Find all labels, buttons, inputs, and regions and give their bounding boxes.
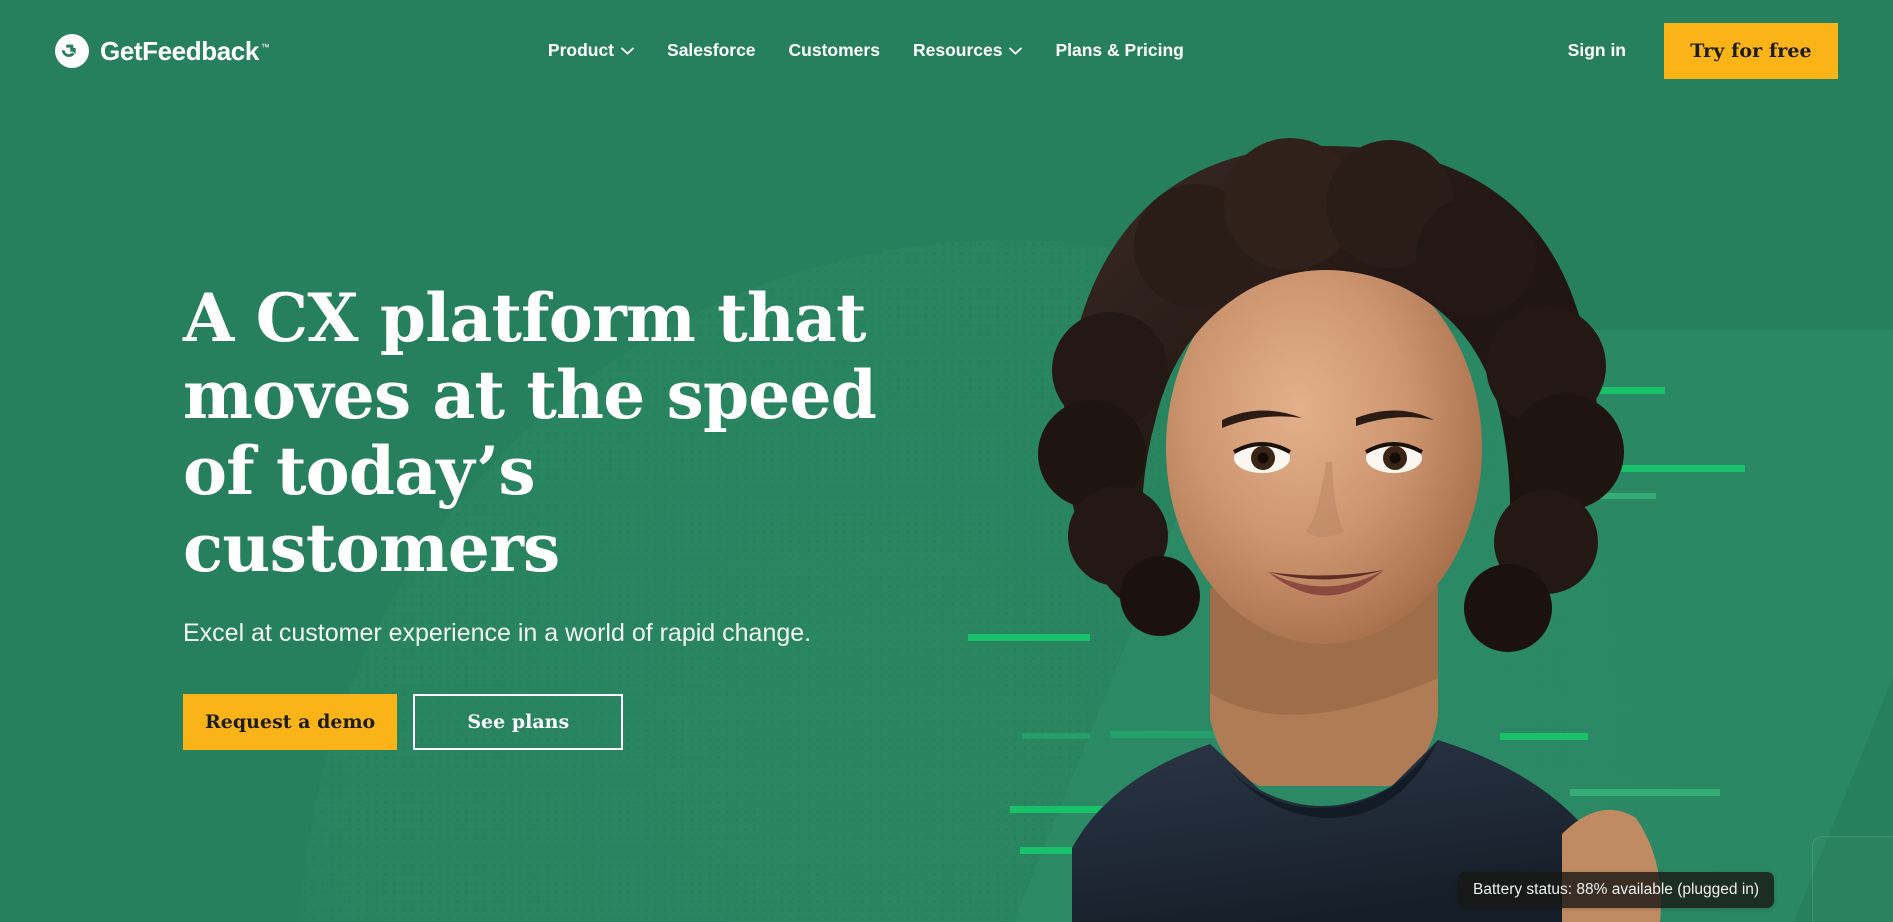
hero-section: A CX platform that moves at the speed of… xyxy=(183,280,903,750)
hero-cta-group: Request a demo See plans xyxy=(183,693,903,750)
nav-item-label: Plans & Pricing xyxy=(1055,40,1184,61)
landing-page: GetFeedback ™ Product Salesforce Customer… xyxy=(0,0,1893,922)
chevron-down-icon xyxy=(621,47,634,55)
primary-navigation: Product Salesforce Customers Resources P… xyxy=(546,36,1186,66)
nav-item-label: Product xyxy=(547,40,615,61)
chevron-down-icon xyxy=(1009,47,1023,55)
speed-line-accent xyxy=(1568,493,1656,499)
nav-item-resources[interactable]: Resources xyxy=(911,36,1025,66)
site-header: GetFeedback ™ Product Salesforce Customer… xyxy=(0,0,1893,102)
speed-line-accent xyxy=(1022,733,1090,739)
logo-link[interactable]: GetFeedback ™ xyxy=(55,34,270,68)
speed-line-accent xyxy=(1500,733,1588,740)
nav-item-salesforce[interactable]: Salesforce xyxy=(665,36,758,66)
hero-subheadline: Excel at customer experience in a world … xyxy=(183,619,812,648)
speed-line-accent xyxy=(1565,465,1745,472)
header-actions: Sign in Try for free xyxy=(1568,0,1893,102)
nav-item-product[interactable]: Product xyxy=(546,36,636,66)
battery-status-tooltip: Battery status: 88% available (plugged i… xyxy=(1458,872,1775,908)
nav-item-label: Customers xyxy=(788,40,880,61)
background-diagonal-shape xyxy=(970,330,1893,922)
try-for-free-button[interactable]: Try for free xyxy=(1664,23,1838,79)
speed-line-accent xyxy=(1110,731,1340,738)
nav-item-customers[interactable]: Customers xyxy=(787,36,882,66)
nav-item-label: Salesforce xyxy=(667,40,756,61)
nav-item-plans-pricing[interactable]: Plans & Pricing xyxy=(1053,36,1185,66)
sign-in-link[interactable]: Sign in xyxy=(1568,42,1626,60)
speed-line-accent xyxy=(1020,847,1128,854)
speed-line-accent xyxy=(968,634,1090,641)
hero-headline: A CX platform that moves at the speed of… xyxy=(183,279,877,587)
request-a-demo-button[interactable]: Request a demo xyxy=(183,693,398,750)
nav-item-label: Resources xyxy=(912,40,1003,61)
speed-line-accent xyxy=(1570,789,1720,796)
logo-wordmark: GetFeedback ™ xyxy=(100,36,270,66)
getfeedback-circle-arrow-logo-icon xyxy=(55,34,89,68)
hero-portrait-image xyxy=(960,118,1720,922)
see-plans-button[interactable]: See plans xyxy=(413,693,624,750)
chat-launcher[interactable] xyxy=(1812,836,1893,922)
speed-line-accent xyxy=(1580,387,1665,394)
speed-line-accent xyxy=(1010,806,1230,813)
trademark-symbol: ™ xyxy=(260,42,270,53)
